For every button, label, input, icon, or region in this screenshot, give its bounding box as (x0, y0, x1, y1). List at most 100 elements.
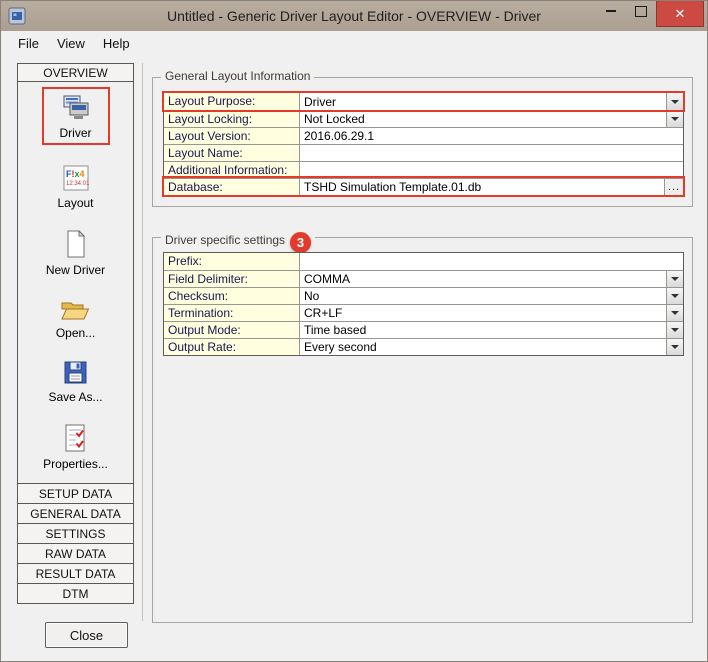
row-layout-name: Layout Name: (164, 144, 683, 161)
tool-new-driver[interactable]: New Driver (46, 230, 105, 277)
checksum-value: No (304, 288, 319, 304)
minimize-button[interactable] (596, 1, 626, 21)
sidebar: OVERVIEW Driver (17, 63, 134, 604)
general-layout-information-title: General Layout Information (161, 69, 314, 83)
layout-purpose-label: Layout Purpose: (164, 93, 300, 110)
checksum-label: Checksum: (164, 288, 300, 304)
prefix-label: Prefix: (164, 253, 300, 270)
field-delimiter-label: Field Delimiter: (164, 271, 300, 287)
title-bar: Untitled - Generic Driver Layout Editor … (1, 1, 707, 31)
driver-icon (61, 94, 91, 121)
layout-version-label: Layout Version: (164, 128, 300, 144)
prefix-field[interactable] (300, 253, 683, 270)
layout-locking-value: Not Locked (304, 111, 365, 127)
output-rate-value: Every second (304, 339, 377, 355)
chevron-down-icon[interactable] (666, 93, 683, 110)
chevron-down-icon[interactable] (666, 271, 683, 287)
general-info-table: Layout Purpose: Driver Layout Locking: N… (163, 92, 684, 196)
termination-label: Termination: (164, 305, 300, 321)
menu-item-view[interactable]: View (48, 33, 94, 54)
tool-layout-label: Layout (57, 196, 93, 210)
general-layout-information-label: General Layout Information (165, 69, 310, 83)
driver-settings-table: Prefix: Field Delimiter: COMMA Checksum:… (163, 252, 684, 356)
checksum-combobox[interactable]: No (300, 288, 683, 304)
sidebar-item-setup-data[interactable]: SETUP DATA (17, 484, 134, 504)
svg-text:F!x4: F!x4 (66, 169, 85, 179)
driver-specific-settings-group: Driver specific settings 3 Prefix: Field… (152, 237, 693, 623)
row-layout-purpose: Layout Purpose: Driver (164, 93, 683, 110)
field-delimiter-combobox[interactable]: COMMA (300, 271, 683, 287)
row-layout-locking: Layout Locking: Not Locked (164, 110, 683, 127)
database-value: TSHD Simulation Template.01.db (304, 179, 481, 195)
new-driver-icon (65, 230, 87, 258)
chevron-down-icon[interactable] (666, 288, 683, 304)
tool-driver[interactable]: Driver (60, 94, 92, 140)
tool-properties[interactable]: Properties... (43, 424, 108, 471)
layout-icon: F!x4 12:34:01 (63, 165, 89, 191)
layout-locking-label: Layout Locking: (164, 111, 300, 127)
maximize-button[interactable] (626, 1, 656, 21)
chevron-down-icon[interactable] (666, 339, 683, 355)
minimize-icon (606, 10, 616, 12)
close-button[interactable]: Close (45, 622, 128, 648)
menu-item-help[interactable]: Help (94, 33, 139, 54)
additional-information-label: Additional Information: (164, 162, 300, 178)
tool-save-as[interactable]: Save As... (48, 360, 102, 404)
sidebar-item-result-data[interactable]: RESULT DATA (17, 564, 134, 584)
output-rate-combobox[interactable]: Every second (300, 339, 683, 355)
svg-text:12:34:01: 12:34:01 (66, 181, 89, 187)
tool-properties-label: Properties... (43, 457, 108, 471)
close-icon: ✕ (675, 6, 686, 22)
tool-layout[interactable]: F!x4 12:34:01 Layout (57, 165, 93, 210)
sidebar-item-dtm[interactable]: DTM (17, 584, 134, 604)
sidebar-item-raw-data[interactable]: RAW DATA (17, 544, 134, 564)
menu-item-file[interactable]: File (9, 33, 48, 54)
database-field[interactable]: TSHD Simulation Template.01.db ... (300, 179, 683, 195)
chevron-down-icon[interactable] (666, 111, 683, 127)
layout-purpose-combobox[interactable]: Driver (300, 93, 683, 110)
sidebar-item-settings[interactable]: SETTINGS (17, 524, 134, 544)
main-divider (142, 63, 143, 621)
database-label: Database: (164, 179, 300, 195)
row-prefix: Prefix: (164, 253, 683, 270)
row-checksum: Checksum: No (164, 287, 683, 304)
general-layout-information-group: General Layout Information Layout Purpos… (152, 77, 693, 207)
tool-driver-label: Driver (60, 126, 92, 140)
menu-bar: File View Help (1, 31, 707, 55)
row-field-delimiter: Field Delimiter: COMMA (164, 270, 683, 287)
driver-specific-settings-title: Driver specific settings 3 (161, 229, 315, 250)
driver-specific-settings-label: Driver specific settings (165, 233, 285, 247)
row-additional-information: Additional Information: (164, 161, 683, 178)
tool-open[interactable]: Open... (56, 298, 95, 340)
close-window-button[interactable]: ✕ (656, 1, 704, 27)
application-window: Untitled - Generic Driver Layout Editor … (0, 0, 708, 662)
overview-button[interactable]: OVERVIEW (17, 63, 134, 82)
field-delimiter-value: COMMA (304, 271, 350, 287)
output-mode-value: Time based (304, 322, 366, 338)
layout-locking-combobox[interactable]: Not Locked (300, 111, 683, 127)
chevron-down-icon[interactable] (666, 322, 683, 338)
save-as-icon (63, 360, 88, 385)
sidebar-item-general-data[interactable]: GENERAL DATA (17, 504, 134, 524)
annotation-driver-highlight: Driver (42, 87, 110, 145)
row-layout-version: Layout Version: 2016.06.29.1 (164, 127, 683, 144)
maximize-icon (635, 6, 647, 17)
tool-save-as-label: Save As... (48, 390, 102, 404)
termination-combobox[interactable]: CR+LF (300, 305, 683, 321)
chevron-down-icon[interactable] (666, 305, 683, 321)
annotation-badge-3: 3 (290, 232, 311, 253)
output-mode-label: Output Mode: (164, 322, 300, 338)
layout-version-field[interactable]: 2016.06.29.1 (300, 128, 683, 144)
termination-value: CR+LF (304, 305, 342, 321)
output-rate-label: Output Rate: (164, 339, 300, 355)
sidebar-sections: SETUP DATA GENERAL DATA SETTINGS RAW DAT… (17, 484, 134, 604)
row-termination: Termination: CR+LF (164, 304, 683, 321)
tool-open-label: Open... (56, 326, 95, 340)
layout-name-label: Layout Name: (164, 145, 300, 161)
layout-version-value: 2016.06.29.1 (304, 128, 374, 144)
output-mode-combobox[interactable]: Time based (300, 322, 683, 338)
additional-information-field[interactable] (300, 162, 683, 178)
window-controls: ✕ (596, 1, 704, 27)
database-browse-button[interactable]: ... (664, 179, 683, 195)
layout-name-field[interactable] (300, 145, 683, 161)
